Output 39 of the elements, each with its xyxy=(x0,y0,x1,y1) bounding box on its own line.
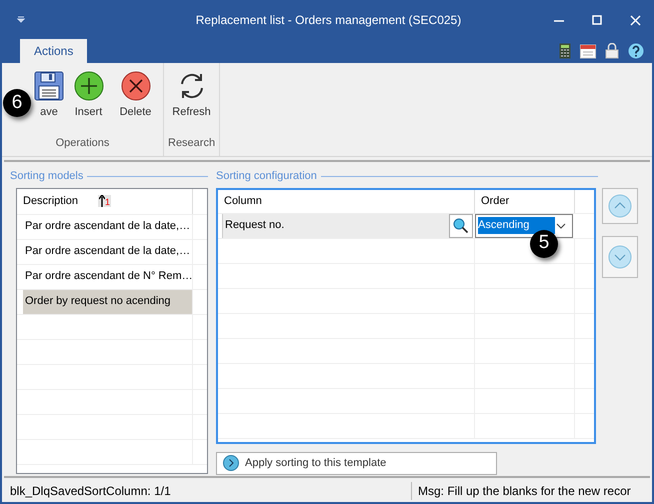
list-row[interactable]: Order by request no acending xyxy=(23,290,192,314)
search-icon xyxy=(453,218,469,234)
list-row[interactable]: Par ordre ascendant de la date,… xyxy=(23,214,192,238)
section-title: Sorting configuration xyxy=(216,169,317,184)
menu-icon[interactable] xyxy=(17,16,25,24)
callout-badge: 5 xyxy=(530,230,558,258)
help-icon[interactable] xyxy=(628,43,644,59)
group-label: Research xyxy=(168,136,216,150)
list-row[interactable]: Par ordre ascendant de N° Rem… xyxy=(23,264,192,288)
group-label: Operations xyxy=(56,136,110,150)
lock-icon[interactable] xyxy=(605,43,619,59)
ribbon-tab[interactable]: Actions xyxy=(20,39,88,63)
section-title: Sorting models xyxy=(10,169,84,184)
callout-badge: 6 xyxy=(3,89,31,117)
calendar-icon[interactable] xyxy=(580,43,596,59)
status-text: blk_DlqSavedSortColumn: 1/1 xyxy=(2,482,412,500)
close-icon xyxy=(120,71,150,101)
ribbon-button[interactable]: Insert xyxy=(65,69,112,120)
sort-indicator: 1 xyxy=(98,195,112,207)
column-header[interactable]: Column xyxy=(218,190,475,212)
ribbon-button[interactable]: Refresh xyxy=(168,69,216,120)
lookup-button[interactable] xyxy=(449,214,473,238)
list-row[interactable]: Par ordre ascendant de la date,… xyxy=(23,240,192,264)
chevron-right-icon xyxy=(223,455,239,471)
column-header[interactable]: Description 1 xyxy=(17,188,193,214)
status-message: Msg: Fill up the blanks for the new recor xyxy=(417,483,632,500)
ribbon-button[interactable]: ave xyxy=(33,69,65,120)
window-title: Replacement list - Orders management (SEC025) xyxy=(194,12,462,29)
close-icon xyxy=(630,14,640,26)
chevron-down-icon xyxy=(556,222,566,228)
column-header[interactable]: Order xyxy=(475,190,575,212)
ribbon-button[interactable]: Delete xyxy=(112,69,159,120)
table-cell[interactable]: Request no. xyxy=(222,214,449,238)
calculator-icon[interactable] xyxy=(559,43,571,59)
maximize-icon xyxy=(592,15,602,25)
apply-sorting-button[interactable]: Apply sorting to this template xyxy=(216,452,497,474)
plus-icon xyxy=(74,71,104,101)
chevron-down-icon xyxy=(608,244,632,268)
chevron-up-icon xyxy=(608,194,632,218)
